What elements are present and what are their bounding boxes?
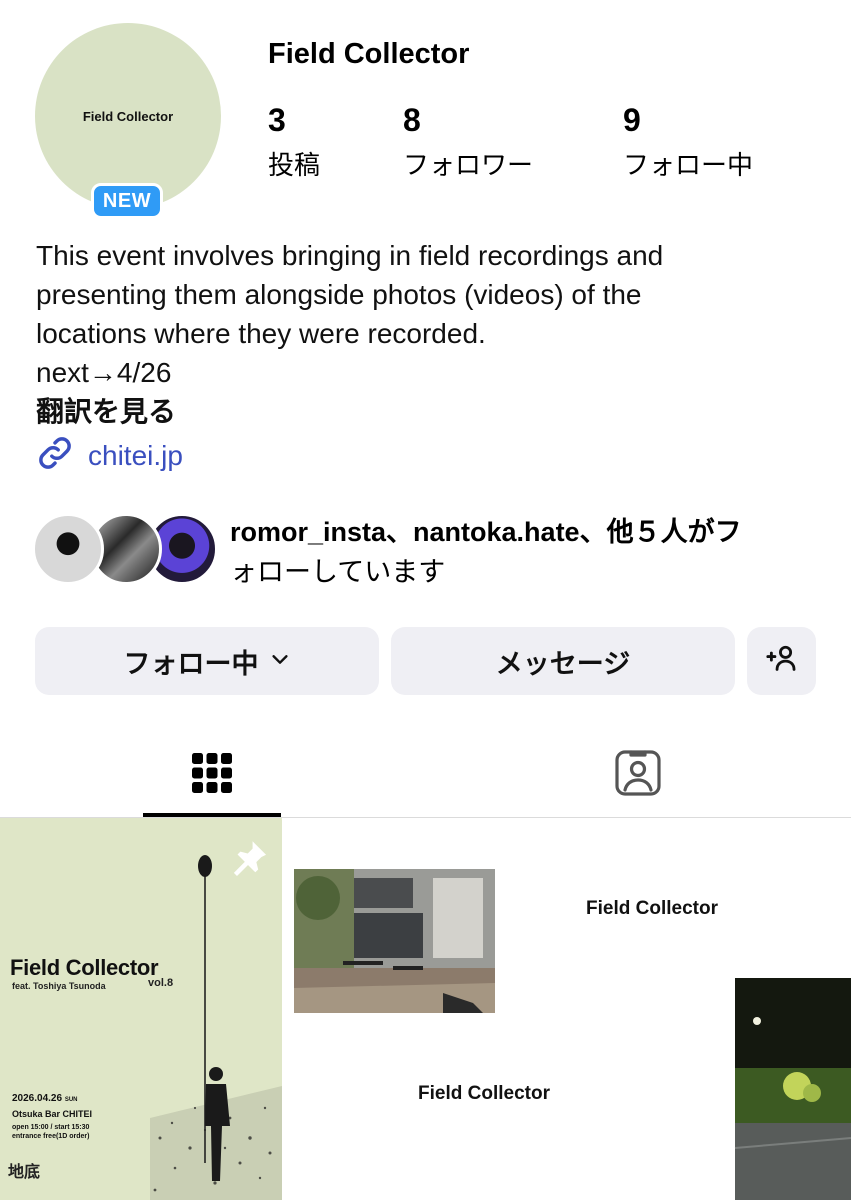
post-photo-night[interactable]: Field Collector xyxy=(567,818,851,1200)
post-photo-building[interactable]: Field Collector xyxy=(283,818,566,1200)
profile-avatar[interactable]: Field Collector xyxy=(35,23,221,209)
flyer-logo: 地底 xyxy=(8,1164,41,1181)
flyer-date-value: 2026.04.26 xyxy=(12,1093,63,1104)
bio: This event involves bringing in field re… xyxy=(36,236,816,431)
flyer-venue: Otsuka Bar CHITEI xyxy=(12,1109,93,1119)
post-caption: Field Collector xyxy=(418,1083,550,1104)
stat-posts[interactable]: 3 投稿 xyxy=(268,102,320,182)
flyer-title: Field Collector xyxy=(10,955,159,980)
new-badge: NEW xyxy=(91,183,163,219)
message-button[interactable]: メッセージ xyxy=(391,627,735,695)
bio-line: presenting them alongside photos (videos… xyxy=(36,279,642,310)
translate-link[interactable]: 翻訳を見る xyxy=(36,392,816,431)
following-label: フォロー中 xyxy=(123,648,259,679)
flyer-times: open 15:00 / start 15:30 xyxy=(12,1124,90,1131)
message-label: メッセージ xyxy=(495,648,631,679)
avatar-label: Field Collector xyxy=(82,108,174,124)
link-text: chitei.jp xyxy=(88,439,183,471)
bio-line: next→4/26 xyxy=(36,357,172,388)
bio-line: locations where they were recorded. xyxy=(36,318,486,349)
stat-number: 3 xyxy=(268,102,286,138)
add-person-button[interactable] xyxy=(747,627,816,695)
followed-by-text[interactable]: romor_insta、nantoka.hate、他５人がフ ォローしています xyxy=(230,512,830,592)
bio-line: This event involves bringing in field re… xyxy=(36,240,664,271)
add-person-icon xyxy=(765,641,799,682)
grid-icon xyxy=(191,752,233,799)
follower-avatar[interactable] xyxy=(32,513,104,585)
website-link[interactable]: chitei.jp xyxy=(36,434,183,477)
stat-number: 9 xyxy=(623,102,641,138)
flyer-date: 2026.04.26 SUN xyxy=(12,1093,78,1104)
link-icon xyxy=(36,434,74,477)
pin-icon xyxy=(226,838,270,887)
tab-posts-grid[interactable] xyxy=(143,735,281,815)
followed-by-line: ォローしています xyxy=(230,557,446,587)
building-photo xyxy=(294,869,495,1013)
stat-number: 8 xyxy=(403,102,421,138)
followed-by-line: romor_insta、nantoka.hate、他５人がフ xyxy=(230,517,742,547)
flyer-day: SUN xyxy=(64,1097,78,1103)
stat-following[interactable]: 9 フォロー中 xyxy=(623,102,753,182)
flyer-entry: entrance free(1D order) xyxy=(12,1133,90,1140)
flyer-vol: vol.8 xyxy=(148,977,174,989)
post-flyer[interactable]: Field Collector feat. Toshiya Tsunoda vo… xyxy=(0,818,282,1200)
night-photo xyxy=(734,978,851,1200)
profile-name: Field Collector xyxy=(268,38,470,70)
tab-tagged[interactable] xyxy=(569,735,707,815)
tagged-person-icon xyxy=(613,748,663,803)
stat-label: フォロワー xyxy=(403,150,534,180)
flyer-feat: feat. Toshiya Tsunoda xyxy=(12,981,106,991)
stat-label: フォロー中 xyxy=(623,150,754,180)
following-button[interactable]: フォロー中 xyxy=(35,627,379,695)
stat-label: 投稿 xyxy=(268,150,321,180)
stat-followers[interactable]: 8 フォロワー xyxy=(403,102,533,182)
chevron-down-icon xyxy=(269,646,291,677)
